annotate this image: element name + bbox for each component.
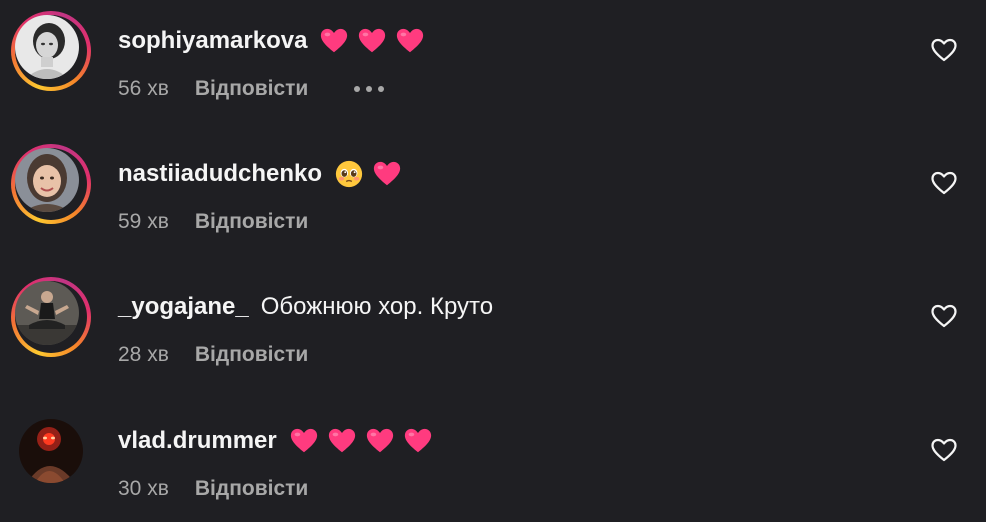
- comment-time: 30 хв: [118, 477, 169, 500]
- more-options-icon[interactable]: [352, 79, 386, 99]
- avatar[interactable]: [11, 277, 91, 357]
- heart-emoji-icon: [366, 428, 393, 453]
- comments-list: sophiyamarkova 56 хв Відповісти nastiiad…: [0, 0, 986, 522]
- heart-emoji-icon: [321, 28, 348, 53]
- comment-username[interactable]: _yogajane_: [118, 293, 249, 321]
- comment-username[interactable]: nastiiadudchenko: [118, 160, 322, 188]
- portrait-red-glow-icon: [19, 419, 83, 483]
- comment-time: 59 хв: [118, 210, 169, 233]
- heart-emoji-icon: [404, 428, 431, 453]
- heart-emoji-icon: [397, 28, 424, 53]
- heart-outline-icon[interactable]: [930, 436, 958, 464]
- comment-item: sophiyamarkova 56 хв Відповісти: [0, 0, 986, 120]
- heart-outline-icon[interactable]: [930, 169, 958, 197]
- reply-button[interactable]: Відповісти: [195, 343, 308, 367]
- comment-item: nastiiadudchenko 59 хв Відповісти: [0, 133, 986, 253]
- comment-time: 28 хв: [118, 343, 169, 366]
- heart-emoji-icon: [359, 28, 386, 53]
- reply-button[interactable]: Відповісти: [195, 210, 308, 234]
- comment-text: Обожнюю хор. Круто: [260, 293, 494, 320]
- portrait-yoga-pose-icon: [15, 281, 79, 345]
- portrait-woman-bw-icon: [15, 15, 79, 79]
- comment-username[interactable]: vlad.drummer: [118, 427, 277, 455]
- heart-emoji-icon: [328, 428, 355, 453]
- comment-item: vlad.drummer 30 хв Відповісти: [0, 400, 986, 520]
- comment-username[interactable]: sophiyamarkova: [118, 27, 307, 55]
- reply-button[interactable]: Відповісти: [195, 477, 308, 501]
- heart-outline-icon[interactable]: [930, 302, 958, 330]
- heart-outline-icon[interactable]: [930, 36, 958, 64]
- portrait-woman-smile-icon: [15, 148, 79, 212]
- heart-emoji-icon: [373, 161, 401, 186]
- pleading-face-emoji-icon: [335, 160, 363, 188]
- comment-time: 56 хв: [118, 77, 169, 100]
- reply-button[interactable]: Відповісти: [195, 77, 308, 101]
- heart-emoji-icon: [290, 428, 317, 453]
- comment-item: _yogajane_ Обожнюю хор. Круто 28 хв Відп…: [0, 266, 986, 386]
- avatar[interactable]: [11, 144, 91, 224]
- avatar[interactable]: [11, 411, 91, 491]
- avatar[interactable]: [11, 11, 91, 91]
